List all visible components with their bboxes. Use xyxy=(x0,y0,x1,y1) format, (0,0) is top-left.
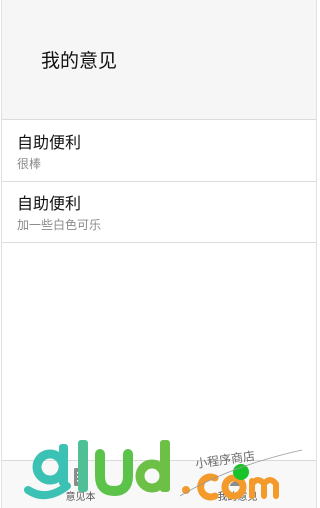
bottom-tab-bar: 意见本 我的意见 xyxy=(2,460,316,508)
tab-my-feedback[interactable]: 我的意见 xyxy=(159,461,316,508)
list-item[interactable]: 自助便利 加一些白色可乐 xyxy=(2,182,316,243)
tab-label: 意见本 xyxy=(65,492,96,503)
feedback-comment: 加一些白色可乐 xyxy=(17,218,102,232)
feedback-comment: 很棒 xyxy=(17,157,42,171)
page-title: 我的意见 xyxy=(41,50,118,72)
notebook-icon xyxy=(73,468,88,486)
feedback-store-name: 自助便利 xyxy=(17,194,82,213)
user-icon xyxy=(229,468,246,486)
list-item[interactable]: 自助便利 很棒 xyxy=(2,121,316,182)
page-header: 我的意见 xyxy=(2,0,316,120)
tab-label: 我的意见 xyxy=(217,492,258,503)
tab-notebook[interactable]: 意见本 xyxy=(2,461,159,508)
feedback-store-name: 自助便利 xyxy=(17,133,82,152)
app-window: 我的意见 自助便利 很棒 自助便利 加一些白色可乐 意见本 我的意见 xyxy=(1,0,317,508)
feedback-list: 自助便利 很棒 自助便利 加一些白色可乐 xyxy=(2,121,316,243)
